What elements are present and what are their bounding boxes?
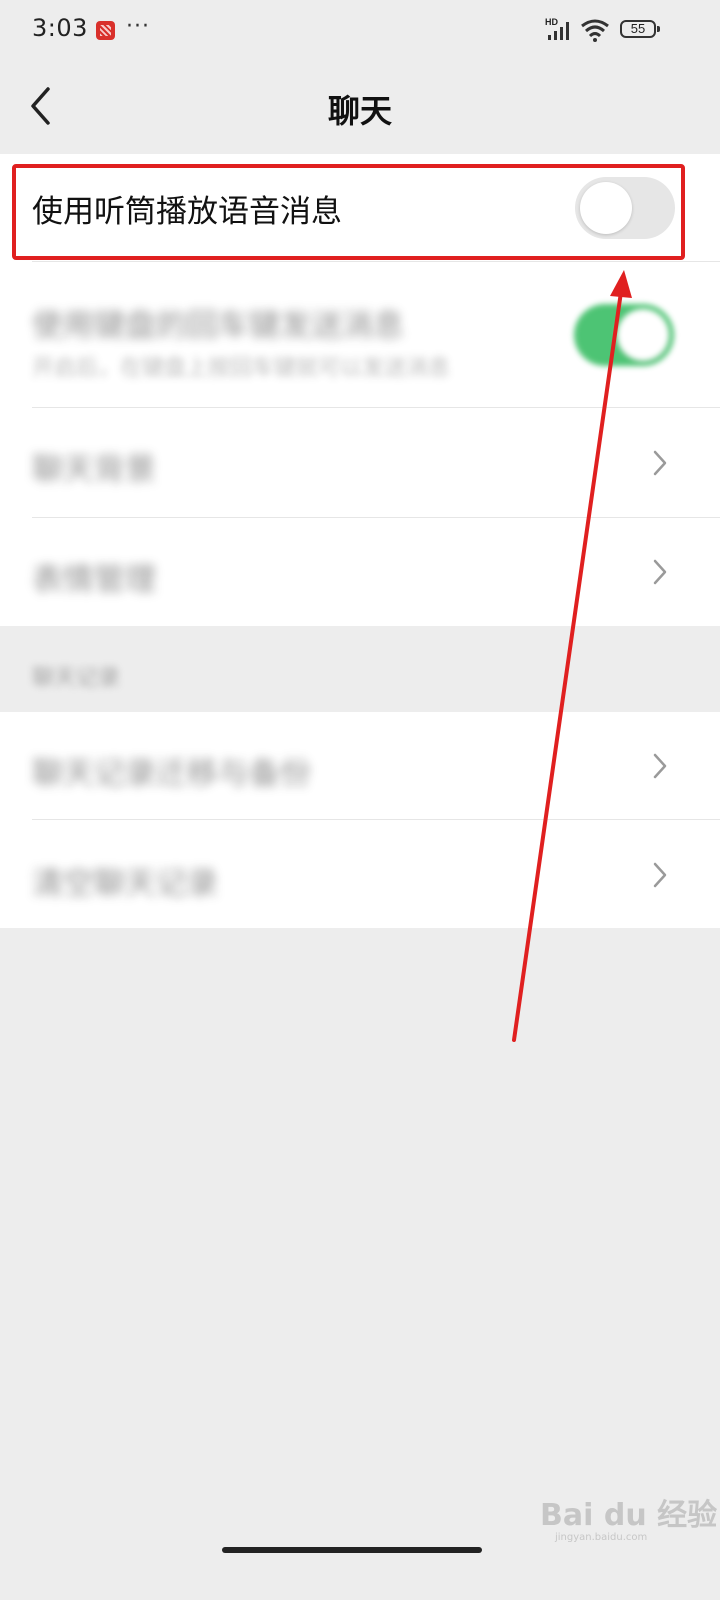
setting-row-chat-history-backup[interactable]: 聊天记录迁移与备份	[0, 712, 720, 820]
home-indicator[interactable]	[222, 1547, 482, 1553]
settings-group-1: 使用听筒播放语音消息 使用键盘的回车键发送消息 开启后，在键盘上按回车键就可以发…	[0, 154, 720, 626]
setting-row-sticker-management[interactable]: 表情管理	[0, 518, 720, 626]
setting-label-earpiece-voice: 使用听筒播放语音消息	[32, 194, 342, 230]
setting-label-clear-chat-history: 清空聊天记录	[32, 866, 218, 902]
status-bar: 3:03 ··· HD 55	[0, 0, 720, 64]
signal-icon	[548, 22, 569, 40]
chevron-right-icon	[653, 753, 667, 779]
chevron-right-icon	[653, 862, 667, 888]
more-notifications-icon: ···	[126, 14, 150, 39]
chevron-right-icon	[653, 450, 667, 476]
watermark-logo: Bai du 经验	[540, 1498, 718, 1533]
toggle-knob	[617, 309, 669, 361]
section-header: 聊天记录	[32, 666, 121, 691]
status-time: 3:03	[32, 14, 88, 42]
enter-to-send-toggle[interactable]	[574, 304, 674, 366]
setting-row-earpiece-voice[interactable]: 使用听筒播放语音消息	[0, 154, 720, 262]
setting-label-enter-to-send: 使用键盘的回车键发送消息	[32, 308, 404, 344]
toggle-knob	[580, 182, 632, 234]
setting-sublabel-enter-to-send: 开启后，在键盘上按回车键就可以发送消息	[32, 356, 451, 381]
setting-label-chat-history-backup: 聊天记录迁移与备份	[32, 756, 311, 792]
setting-row-enter-to-send[interactable]: 使用键盘的回车键发送消息 开启后，在键盘上按回车键就可以发送消息	[0, 262, 720, 408]
setting-row-clear-chat-history[interactable]: 清空聊天记录	[0, 820, 720, 928]
page-title: 聊天	[327, 92, 392, 130]
setting-row-chat-background[interactable]: 聊天背景	[0, 408, 720, 518]
battery-icon: 55	[620, 20, 660, 38]
chevron-right-icon	[653, 559, 667, 585]
settings-group-2: 聊天记录迁移与备份 清空聊天记录	[0, 712, 720, 928]
nav-bar: 聊天	[0, 64, 720, 152]
watermark-url: jingyan.baidu.com	[555, 1532, 648, 1543]
earpiece-voice-toggle[interactable]	[575, 177, 675, 239]
wifi-icon	[581, 19, 609, 42]
app-notification-icon	[96, 21, 115, 40]
setting-label-chat-background: 聊天背景	[32, 452, 156, 488]
setting-label-sticker-management: 表情管理	[32, 562, 156, 598]
